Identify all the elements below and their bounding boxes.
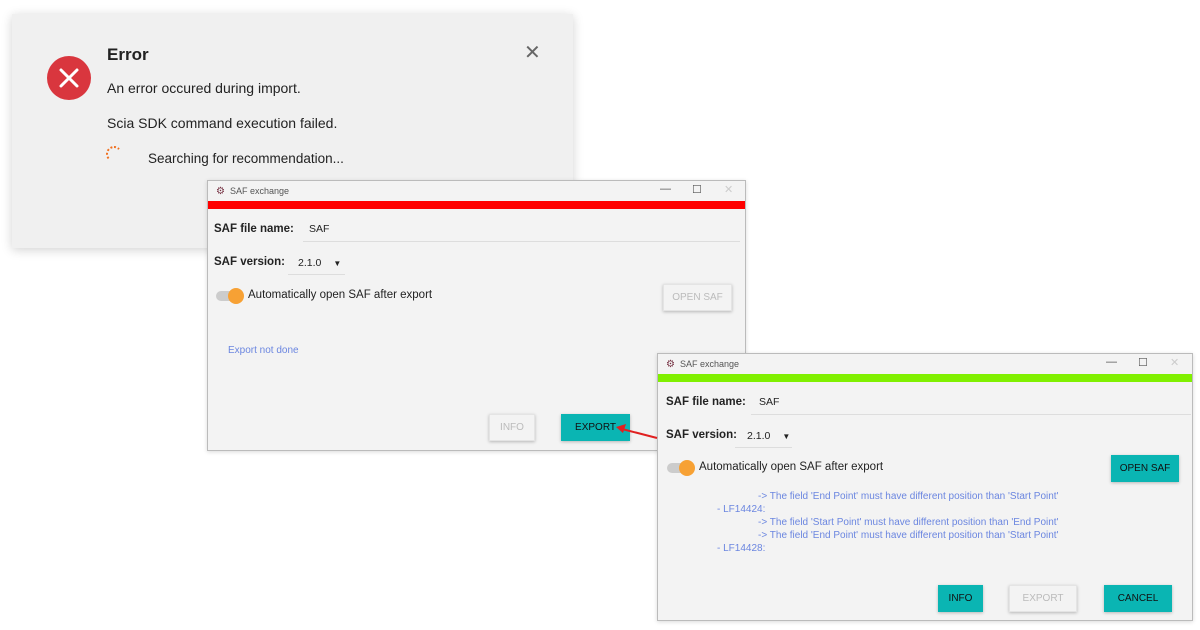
arrow-annotation [616,424,658,439]
export-status: Export not done [228,345,299,356]
status-bar [208,201,745,209]
toggle-label: Automatically open SAF after export [699,461,884,473]
title-bar: ⚙ SAF exchange — ☐ ✕ [208,181,745,201]
chevron-down-icon: ▼ [333,259,342,268]
log-line: -> The field 'Start Point' must have dif… [758,517,1059,528]
saf-window-success: ⚙ SAF exchange — ☐ ✕ SAF file name: SAF … [657,353,1193,621]
app-icon: ⚙ [216,185,225,197]
error-icon [47,56,91,100]
status-bar [658,374,1192,382]
spinner-icon [106,146,122,162]
info-button[interactable]: INFO [489,414,535,441]
title-bar: ⚙ SAF exchange — ☐ ✕ [658,354,1192,374]
error-detail: Scia SDK command execution failed. [107,115,338,131]
open-saf-button[interactable]: OPEN SAF [1111,455,1179,482]
version-select[interactable]: 2.1.0 ▼ [298,257,341,269]
log-line: - LF14428: [717,543,766,554]
window-title: SAF exchange [679,359,740,369]
minimize-button[interactable]: — [1106,356,1117,368]
version-label: SAF version: [214,256,285,268]
toggle-label: Automatically open SAF after export [248,289,433,301]
close-button[interactable]: ✕ [724,183,733,196]
window-title: SAF exchange [229,186,290,196]
info-button[interactable]: INFO [938,585,983,612]
file-name-input[interactable]: SAF [759,396,779,408]
minimize-button[interactable]: — [660,183,671,195]
log-line: -> The field 'End Point' must have diffe… [758,530,1059,541]
error-message: An error occured during import. [107,80,301,96]
app-icon: ⚙ [666,358,675,370]
auto-open-toggle[interactable] [216,288,244,304]
close-button[interactable]: ✕ [1170,356,1179,369]
log-line: - LF14424: [717,504,766,515]
chevron-down-icon: ▼ [782,432,791,441]
file-name-label: SAF file name: [666,396,746,408]
open-saf-button[interactable]: OPEN SAF [663,284,732,311]
status-text: Searching for recommendation... [148,151,344,166]
error-title: Error [107,45,149,64]
file-name-input[interactable]: SAF [309,223,329,235]
log-line: -> The field 'End Point' must have diffe… [758,491,1059,502]
maximize-button[interactable]: ☐ [692,183,702,196]
cancel-button[interactable]: CANCEL [1104,585,1172,612]
close-icon[interactable]: ✕ [524,40,541,65]
auto-open-toggle[interactable] [667,460,695,476]
maximize-button[interactable]: ☐ [1138,356,1148,369]
file-name-label: SAF file name: [214,223,294,235]
export-button[interactable]: EXPORT [1009,585,1077,612]
version-select[interactable]: 2.1.0 ▼ [747,430,790,442]
version-label: SAF version: [666,429,737,441]
